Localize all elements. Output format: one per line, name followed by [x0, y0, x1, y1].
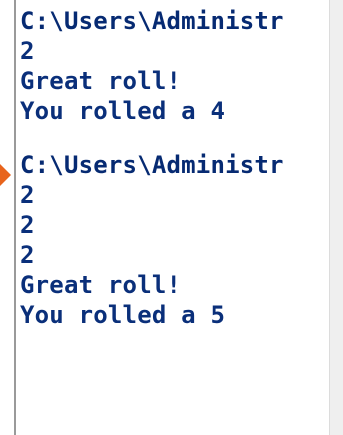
output-block-1: C:\Users\Administr 2 Great roll! You rol…: [16, 6, 329, 126]
orange-arrow-icon: [0, 164, 11, 186]
console-output-line: 2: [20, 241, 35, 269]
console-output-line: 2: [20, 181, 35, 209]
vertical-scrollbar[interactable]: [329, 0, 343, 435]
console-output-line: You rolled a 5: [20, 301, 226, 329]
output-block-2: C:\Users\Administr 2 2 2 Great roll! You…: [16, 150, 329, 330]
console-path-line: C:\Users\Administr: [20, 151, 284, 179]
console-output-line: You rolled a 4: [20, 97, 226, 125]
console-output: C:\Users\Administr 2 Great roll! You rol…: [14, 0, 329, 435]
console-output-line: Great roll!: [20, 271, 182, 299]
console-output-line: 2: [20, 211, 35, 239]
console-output-line: Great roll!: [20, 67, 182, 95]
console-path-line: C:\Users\Administr: [20, 7, 284, 35]
console-output-line: 2: [20, 37, 35, 65]
